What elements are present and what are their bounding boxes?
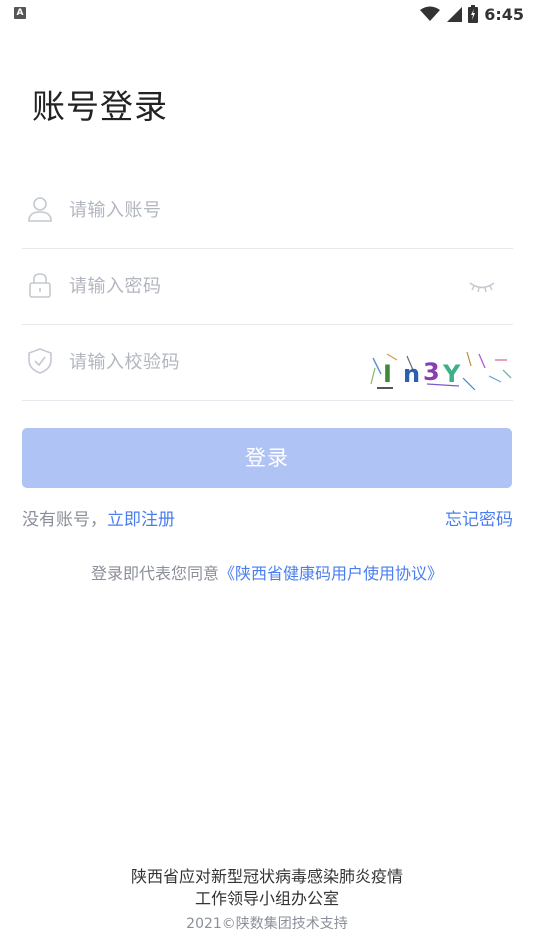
svg-text:n: n [403,360,420,388]
lock-icon [29,273,51,298]
clock: 6:45 [484,4,524,24]
captcha-input[interactable]: 请输入校验码 [69,326,180,400]
footer-org-line2: 工作领导小组办公室 [194,889,339,908]
battery-icon [468,5,479,23]
svg-text:Y: Y [442,360,461,388]
status-bar: A 6:45 [0,0,534,28]
user-icon [28,197,52,222]
account-input[interactable]: 请输入账号 [69,174,162,248]
eye-closed-icon[interactable] [467,276,497,296]
register-prompt: 没有账号，立即注册 [22,505,175,530]
footer-copyright: 2021©陕数集团技术支持 [186,916,348,932]
notification-icon: A [14,7,26,19]
svg-text:I: I [383,360,392,388]
shield-check-icon [28,348,52,374]
footer-org-line1: 陕西省应对新型冠状病毒感染肺炎疫情 [130,867,403,886]
agreement-protocol-link[interactable]: 《陕西省健康码用户使用协议》 [219,564,443,583]
captcha-image[interactable]: I n 3 Y [367,348,513,392]
page-title: 账号登录 [32,87,168,126]
wifi-icon [420,6,441,21]
cellular-signal-icon [447,7,463,22]
agreement-text: 登录即代表您同意《陕西省健康码用户使用协议》 [0,560,534,584]
register-link[interactable]: 立即注册 [107,510,175,530]
svg-text:3: 3 [423,358,440,386]
no-account-text: 没有账号， [22,510,107,530]
links-row: 没有账号，立即注册 忘记密码 [22,505,513,531]
footer: 陕西省应对新型冠状病毒感染肺炎疫情 工作领导小组办公室 2021©陕数集团技术支… [0,866,534,936]
password-input[interactable]: 请输入密码 [69,250,162,324]
status-icons: 6:45 [420,3,524,25]
login-button[interactable]: 登录 [22,428,512,488]
password-field[interactable]: 请输入密码 [22,250,513,325]
forgot-password-link[interactable]: 忘记密码 [445,505,513,530]
account-field[interactable]: 请输入账号 [22,174,513,249]
agreement-prefix: 登录即代表您同意 [90,564,219,583]
captcha-field[interactable]: 请输入校验码 I n 3 Y [22,326,513,401]
